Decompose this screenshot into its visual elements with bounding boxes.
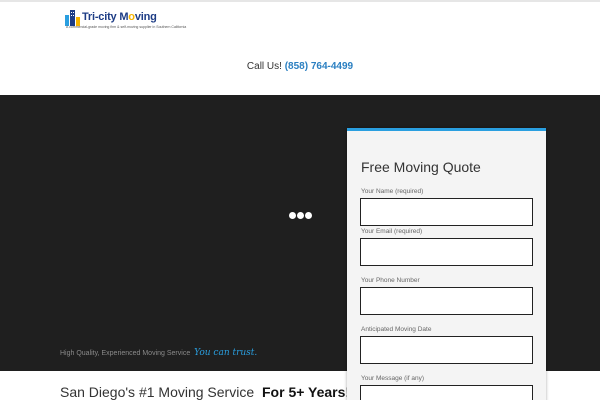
- name-label: Your Name (required): [361, 188, 424, 195]
- loading-dot: [305, 212, 312, 219]
- page-headline: San Diego's #1 Moving Service For 5+ Yea…: [60, 384, 350, 400]
- moving-date-input[interactable]: [360, 336, 533, 364]
- site-header: Tri-city Moving A commercial-grade movin…: [0, 2, 600, 95]
- buildings-icon: [65, 10, 80, 26]
- phone-link[interactable]: (858) 764-4499: [285, 61, 353, 72]
- headline-text: San Diego's #1 Moving Service: [60, 384, 255, 400]
- email-input[interactable]: [360, 238, 533, 266]
- call-label: Call Us!: [246, 61, 282, 72]
- loading-dot: [289, 212, 296, 219]
- hero-tagline: High Quality, Experienced Moving Service…: [60, 348, 257, 358]
- call-us: Call Us! (858) 764-4499: [0, 61, 600, 72]
- name-input[interactable]: [360, 198, 533, 226]
- logo-name: Tri-city Moving: [82, 11, 157, 23]
- site-logo[interactable]: Tri-city Moving A commercial-grade movin…: [64, 8, 186, 32]
- quote-form-title: Free Moving Quote: [361, 159, 481, 175]
- hero-trust-text: You can trust.: [194, 348, 258, 358]
- headline-strong: For 5+ Years!: [262, 384, 351, 400]
- moving-date-label: Anticipated Moving Date: [361, 326, 432, 333]
- loading-dot: [297, 212, 304, 219]
- loading-dots-icon: [289, 212, 312, 219]
- logo-tagline: A commercial-grade moving firm & self-mo…: [66, 25, 187, 29]
- phone-label: Your Phone Number: [361, 277, 420, 284]
- phone-input[interactable]: [360, 287, 533, 315]
- quote-form: Free Moving Quote Your Name (required) Y…: [347, 128, 546, 400]
- hero-tagline-text: High Quality, Experienced Moving Service: [60, 350, 191, 357]
- email-label: Your Email (required): [361, 228, 423, 235]
- message-label: Your Message (if any): [361, 375, 424, 382]
- message-textarea[interactable]: [360, 385, 533, 400]
